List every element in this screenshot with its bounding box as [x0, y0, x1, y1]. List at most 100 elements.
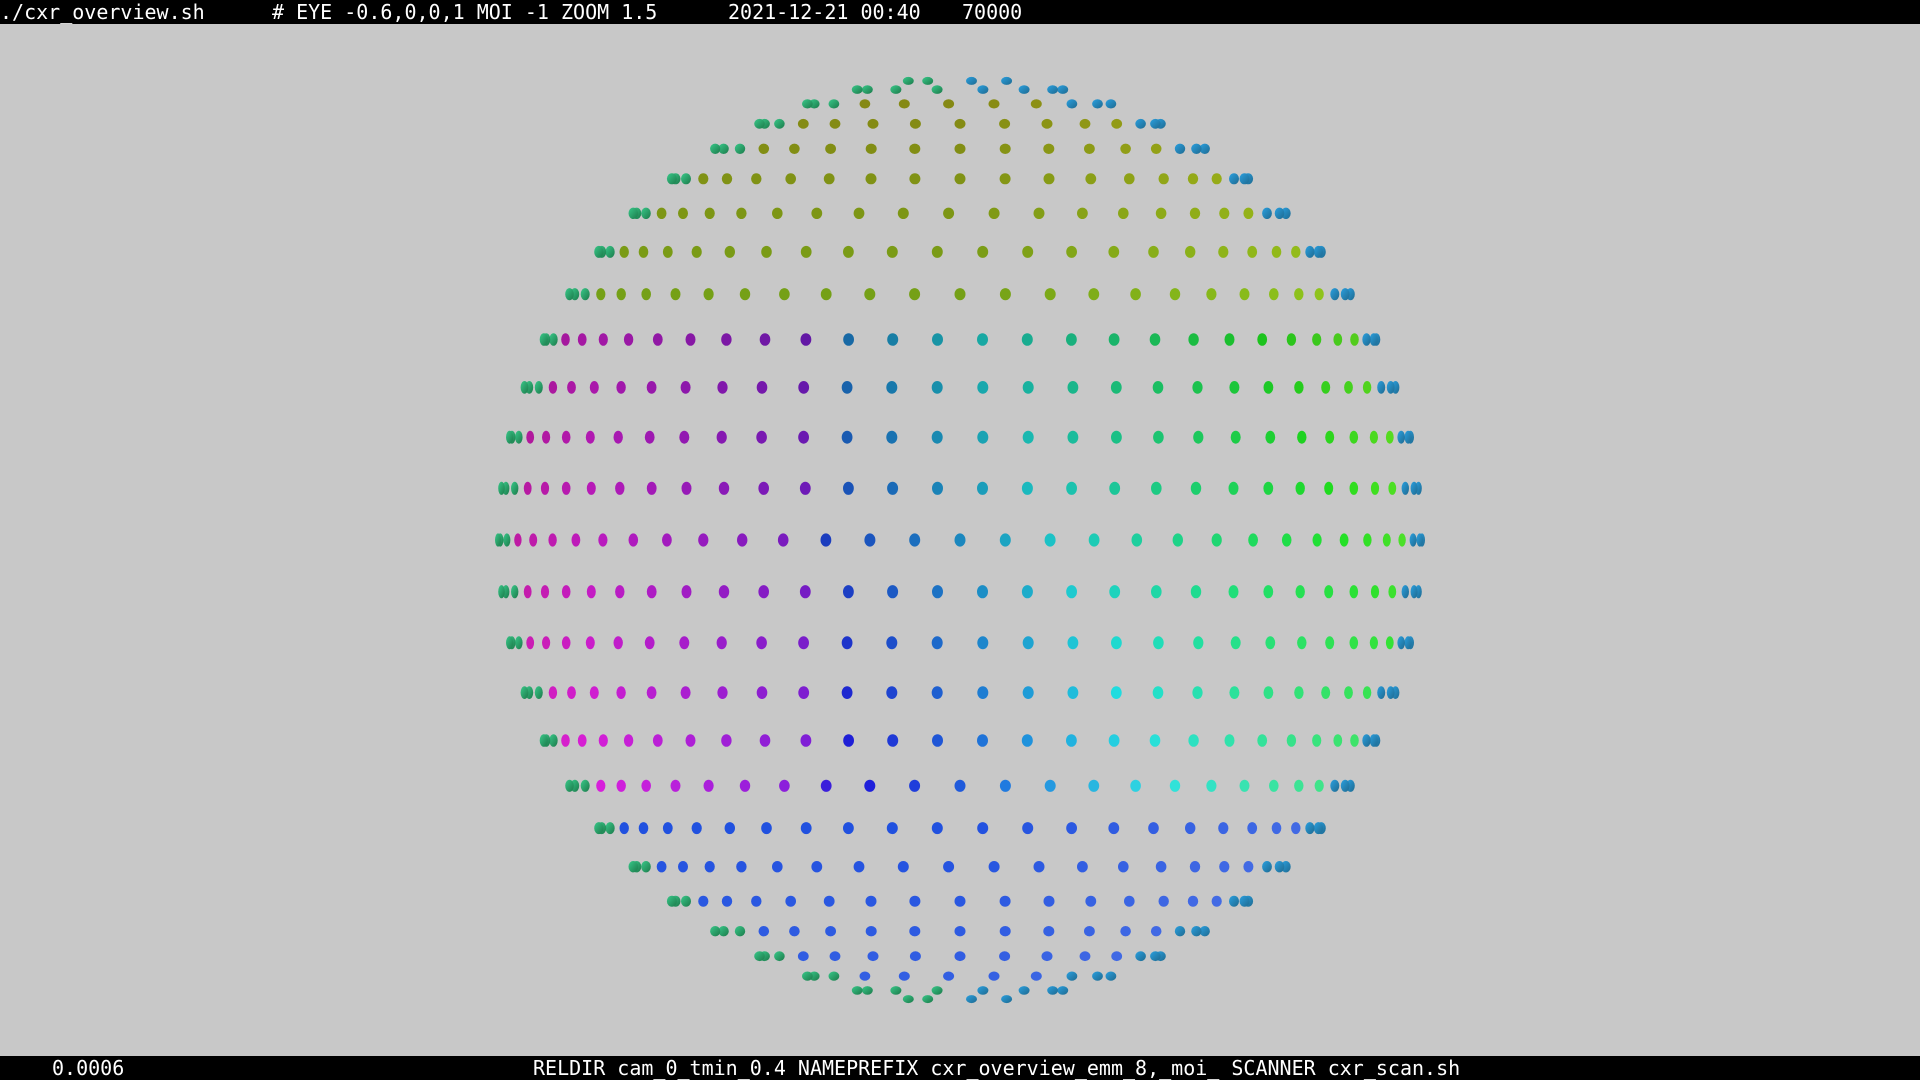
- pmt-dot: [734, 926, 746, 937]
- pmt-dot: [1325, 430, 1335, 444]
- pmt-dot: [909, 533, 921, 547]
- pmt-dot: [1248, 533, 1258, 547]
- pmt-dot: [1191, 143, 1202, 154]
- pmt-dot: [1274, 861, 1285, 873]
- pmt-dot: [1185, 245, 1196, 258]
- pmt-dot: [1109, 481, 1121, 495]
- pmt-dot: [678, 861, 688, 873]
- pmt-dot: [1085, 173, 1097, 185]
- pmt-dot: [1135, 951, 1146, 962]
- pmt-dot: [886, 381, 898, 394]
- pmt-dot: [825, 143, 836, 154]
- pmt-dot: [1409, 533, 1417, 547]
- pmt-dot: [931, 636, 943, 650]
- pmt-dot: [1135, 118, 1146, 129]
- pmt-dot: [641, 779, 651, 792]
- pmt-dot: [1047, 986, 1058, 995]
- pmt-dot: [1263, 481, 1274, 495]
- pmt-dot: [1185, 822, 1196, 835]
- pmt-dot: [506, 430, 514, 444]
- pmt-dot: [977, 381, 989, 394]
- pmt-dot: [1066, 245, 1077, 258]
- pmt-dot: [589, 381, 599, 394]
- pmt-dot: [1269, 779, 1279, 792]
- pmt-dot: [1291, 245, 1301, 258]
- pmt-dot: [943, 861, 955, 873]
- pmt-dot: [1021, 481, 1033, 495]
- pmt-dot: [851, 986, 863, 995]
- pmt-dot: [1410, 585, 1418, 599]
- top-status-bar: ./cxr_overview.sh # EYE -0.6,0,0,1 MOI -…: [0, 0, 1920, 24]
- pmt-dot: [1398, 533, 1406, 547]
- pmt-dot: [520, 381, 529, 394]
- pmt-dot: [638, 245, 649, 258]
- pmt-dot: [739, 779, 751, 792]
- pmt-dot: [865, 143, 877, 154]
- pmt-dot: [1169, 779, 1181, 792]
- pmt-dot: [897, 207, 909, 219]
- pmt-dot: [886, 822, 898, 835]
- pmt-dot: [721, 333, 732, 346]
- pmt-dot: [644, 430, 655, 444]
- pmt-dot: [841, 636, 853, 650]
- pmt-dot: [1243, 207, 1254, 219]
- pmt-dot: [862, 986, 873, 995]
- pmt-dot: [1370, 481, 1380, 495]
- pmt-dot: [605, 822, 615, 835]
- pmt-dot: [662, 533, 672, 547]
- pmt-dot: [1228, 585, 1239, 599]
- pmt-dot: [922, 995, 934, 1004]
- pmt-dot: [724, 245, 735, 258]
- pmt-dot: [1206, 288, 1217, 301]
- pmt-dot: [751, 173, 762, 185]
- pmt-dot: [1092, 971, 1103, 981]
- pmt-dot: [977, 734, 988, 747]
- pmt-dot: [580, 288, 590, 301]
- pmt-dot: [718, 585, 730, 599]
- pmt-dot: [1066, 971, 1078, 981]
- pmt-dot: [867, 951, 879, 962]
- pmt-dot: [1022, 822, 1034, 835]
- pmt-dot: [1150, 926, 1162, 937]
- pmt-dot: [539, 734, 548, 747]
- pmt-dot: [851, 85, 863, 94]
- render-config: RELDIR cam_0_tmin_0.4 NAMEPREFIX cxr_ove…: [533, 1056, 1461, 1080]
- pmt-dot: [802, 99, 813, 109]
- pmt-dot: [754, 951, 765, 962]
- pmt-dot: [931, 85, 943, 94]
- pmt-dot: [1281, 533, 1292, 547]
- pmt-dot: [943, 971, 955, 981]
- pmt-dot: [751, 895, 762, 907]
- pmt-dot: [1377, 686, 1386, 699]
- pmt-dot: [853, 861, 865, 873]
- pmt-dot: [758, 143, 770, 154]
- pmt-dot: [1188, 734, 1199, 747]
- pmt-dot: [931, 381, 943, 394]
- pmt-dot: [798, 636, 809, 650]
- pmt-dot: [1021, 734, 1033, 747]
- pmt-dot: [865, 895, 877, 907]
- pmt-dot: [585, 430, 595, 444]
- pmt-dot: [756, 430, 767, 444]
- pmt-dot: [580, 779, 590, 792]
- pmt-dot: [1193, 430, 1204, 444]
- pmt-dot: [1190, 481, 1202, 495]
- pmt-dot: [1362, 734, 1371, 747]
- pmt-dot: [1262, 207, 1272, 219]
- pmt-dot: [1172, 533, 1184, 547]
- pmt-dot: [1286, 734, 1297, 747]
- pmt-dot: [890, 85, 902, 94]
- pmt-dot: [656, 861, 667, 873]
- pmt-dot: [1030, 99, 1042, 109]
- pmt-dot: [1190, 585, 1202, 599]
- pmt-dot: [646, 686, 657, 699]
- pmt-dot: [798, 381, 810, 394]
- render-viewport[interactable]: [0, 24, 1920, 1056]
- pmt-dot: [1369, 333, 1378, 346]
- pmt-dot: [931, 822, 943, 835]
- pmt-dot: [1243, 861, 1254, 873]
- pmt-dot: [931, 986, 943, 995]
- pmt-dot: [954, 533, 966, 547]
- pmt-dot: [567, 686, 576, 699]
- pmt-dot: [864, 779, 876, 792]
